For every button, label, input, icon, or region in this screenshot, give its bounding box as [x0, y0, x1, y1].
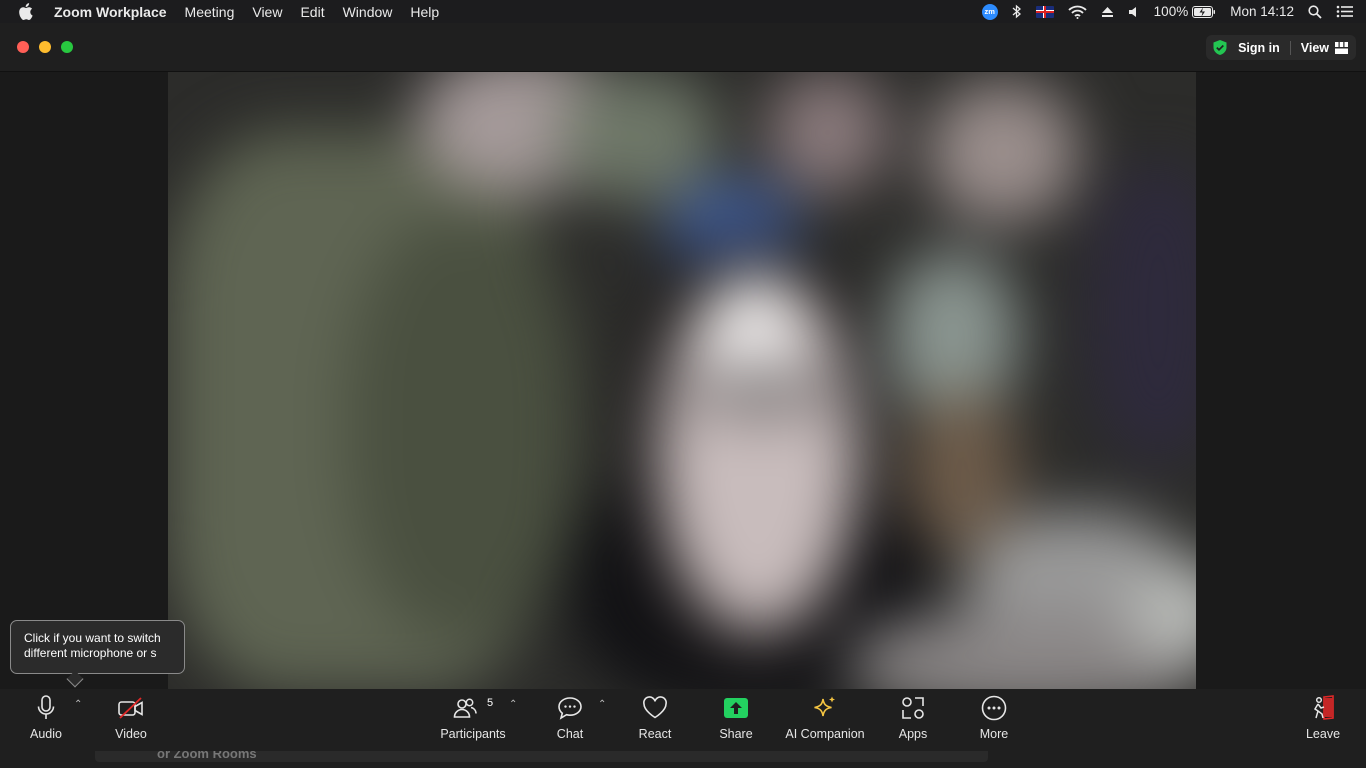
window-title-bar: Sign in View: [0, 23, 1366, 72]
view-button[interactable]: View: [1301, 41, 1329, 55]
window-minimize-button[interactable]: [39, 41, 51, 53]
participants-icon: 5: [437, 694, 509, 722]
leave-label: Leave: [1305, 727, 1341, 741]
apps-button[interactable]: Apps: [893, 689, 933, 745]
menu-edit[interactable]: Edit: [300, 4, 324, 20]
menu-bar-clock[interactable]: Mon 14:12: [1230, 4, 1294, 19]
control-center-icon[interactable]: [1336, 5, 1354, 18]
apple-icon[interactable]: [18, 3, 36, 20]
divider: [1289, 40, 1291, 55]
microphone-tooltip: Click if you want to switch different mi…: [10, 620, 185, 674]
ai-companion-button[interactable]: AI Companion: [783, 689, 867, 745]
participants-count: 5: [487, 697, 494, 709]
share-label: Share: [719, 727, 753, 741]
wifi-icon[interactable]: [1068, 5, 1087, 19]
leave-door-icon: [1310, 694, 1336, 722]
apps-label: Apps: [898, 727, 928, 741]
window-close-button[interactable]: [17, 41, 29, 53]
video-label: Video: [115, 727, 147, 741]
blurred-video-image: [168, 72, 1196, 689]
participants-options-caret-icon[interactable]: ⌃: [509, 699, 517, 710]
participant-video-feed[interactable]: [168, 72, 1196, 689]
more-label: More: [979, 727, 1009, 741]
menu-help[interactable]: Help: [410, 4, 439, 20]
hidden-panel-behind: or Zoom Rooms: [95, 751, 988, 762]
chat-button[interactable]: Chat: [551, 689, 589, 745]
chat-label: Chat: [556, 727, 584, 741]
input-source-flag-icon[interactable]: [1035, 5, 1054, 18]
sign-in-view-group: Sign in View: [1206, 35, 1356, 60]
ai-sparkle-icon: [812, 694, 838, 722]
react-label: React: [638, 727, 672, 741]
audio-label: Audio: [30, 727, 62, 741]
more-button[interactable]: More: [974, 689, 1014, 745]
audio-button[interactable]: Audio: [25, 689, 67, 745]
zoom-meeting-window: Sign in View Click if you want to switch…: [0, 23, 1366, 768]
bluetooth-icon[interactable]: [1012, 4, 1022, 19]
share-screen-button[interactable]: Share: [716, 689, 756, 745]
eject-icon[interactable]: [1101, 6, 1114, 18]
window-fullscreen-button[interactable]: [61, 41, 73, 53]
audio-options-caret-icon[interactable]: ⌃: [74, 699, 82, 710]
battery-percent: 100%: [1153, 4, 1189, 19]
video-button[interactable]: Video: [108, 689, 154, 745]
heart-icon: [642, 694, 668, 722]
tooltip-line-1: Click if you want to switch: [24, 631, 161, 645]
participants-label: Participants: [440, 727, 506, 741]
more-options-icon: [981, 694, 1007, 722]
react-button[interactable]: React: [635, 689, 675, 745]
window-bottom-edge: or Zoom Rooms: [0, 751, 1366, 768]
meeting-stage: [0, 72, 1366, 689]
battery-charging-icon[interactable]: [1192, 5, 1216, 18]
menu-bar-status-area: zm 100% Mon 14:12: [981, 3, 1354, 20]
microphone-icon: [36, 694, 56, 722]
meeting-controls-toolbar: Audio ⌃ Video 5 Participants ⌃ Chat ⌃ Re…: [0, 689, 1366, 751]
macos-menu-bar: Zoom Workplace Meeting View Edit Window …: [0, 0, 1366, 23]
hidden-panel-text: or Zoom Rooms: [157, 751, 257, 761]
share-screen-icon: [723, 694, 749, 722]
zoom-status-icon[interactable]: zm: [981, 3, 998, 20]
chat-options-caret-icon[interactable]: ⌃: [598, 699, 606, 710]
menu-meeting[interactable]: Meeting: [185, 4, 235, 20]
sign-in-button[interactable]: Sign in: [1238, 41, 1280, 55]
security-shield-icon[interactable]: [1212, 39, 1228, 56]
video-off-icon: [117, 694, 145, 722]
menu-window[interactable]: Window: [343, 4, 393, 20]
tooltip-line-2: different microphone or s: [24, 646, 157, 660]
menu-app-name[interactable]: Zoom Workplace: [54, 4, 167, 20]
chat-icon: [557, 694, 583, 722]
spotlight-search-icon[interactable]: [1308, 4, 1322, 19]
view-grid-icon[interactable]: [1335, 41, 1348, 54]
apps-icon: [901, 694, 925, 722]
menu-view[interactable]: View: [252, 4, 282, 20]
leave-meeting-button[interactable]: Leave: [1303, 689, 1343, 745]
participants-button[interactable]: 5 Participants: [437, 689, 509, 745]
ai-companion-label: AI Companion: [785, 727, 865, 741]
volume-icon[interactable]: [1128, 6, 1140, 18]
